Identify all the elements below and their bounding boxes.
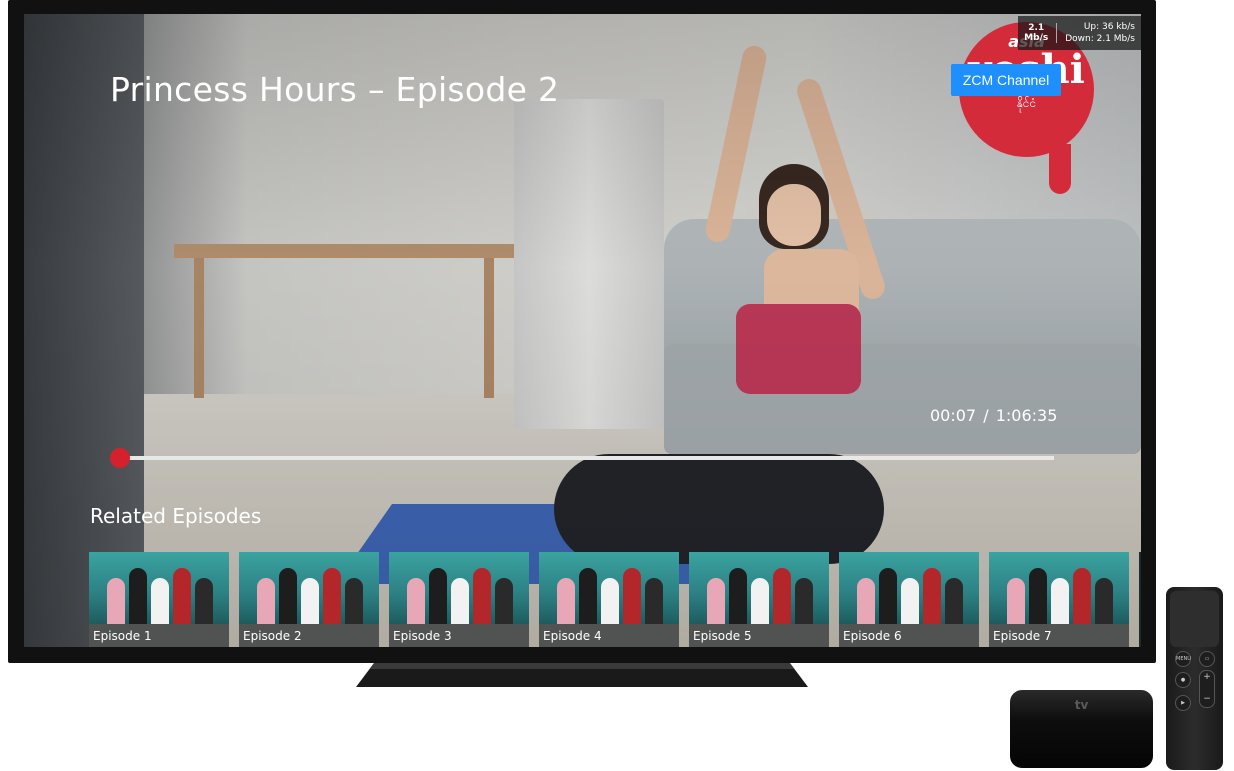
episode-card[interactable]: Episode 5 — [689, 552, 829, 647]
episode-thumbnail — [989, 552, 1129, 624]
thumbnail-figure — [257, 578, 275, 624]
episode-card[interactable]: Episode 6 — [839, 552, 979, 647]
tv-stand — [356, 663, 808, 687]
thumbnail-figure — [429, 568, 447, 624]
remote-menu-button[interactable]: MENU — [1175, 651, 1191, 667]
upload-rate: Up: 36 kb/s — [1083, 22, 1135, 32]
episode-thumbnail — [389, 552, 529, 624]
apple-tv-box: tv — [1010, 690, 1153, 768]
channel-button[interactable]: ZCM Channel — [951, 64, 1061, 96]
thumbnail-figure — [579, 568, 597, 624]
thumbnail-figure — [945, 578, 963, 624]
episode-thumbnail — [539, 552, 679, 624]
episode-label: Episode 1 — [89, 624, 229, 647]
episode-label: Episode 3 — [389, 624, 529, 647]
speed-value: 2.1 — [1028, 23, 1045, 33]
episode-card[interactable]: Episode 2 — [239, 552, 379, 647]
thumbnail-figure — [451, 578, 469, 624]
volume-rocker[interactable]: + − — [1199, 670, 1215, 708]
episode-card[interactable]: Episode 4 — [539, 552, 679, 647]
play-pause-icon[interactable]: ▶ — [1175, 695, 1191, 711]
thumbnail-figure — [729, 568, 747, 624]
volume-down-icon[interactable]: − — [1200, 693, 1214, 705]
thumbnail-figure — [707, 578, 725, 624]
thumbnail-figure — [1051, 578, 1069, 624]
thumbnail-figure — [1007, 578, 1025, 624]
thumbnail-figure — [129, 568, 147, 624]
episode-label: Episode 7 — [989, 624, 1129, 647]
episode-thumbnail — [239, 552, 379, 624]
thumbnail-figure — [601, 578, 619, 624]
related-episodes-row: Episode 1 Episode 2 Episode 3 Episode 4 Epis… — [89, 552, 1141, 647]
related-episodes-heading: Related Episodes — [90, 504, 262, 528]
video-screen[interactable]: asia yoshi နိုင်ငံ 2.1 Mb/s Up: 36 kb/s … — [24, 14, 1141, 647]
thumbnail-figure — [623, 568, 641, 624]
thumbnail-figure — [173, 568, 191, 624]
thumbnail-figure — [323, 568, 341, 624]
download-rate: Down: 2.1 Mb/s — [1065, 34, 1135, 44]
episode-thumbnail — [839, 552, 979, 624]
thumbnail-figure — [407, 578, 425, 624]
episode-label: Episode 2 — [239, 624, 379, 647]
thumbnail-figure — [195, 578, 213, 624]
episode-card[interactable]: Episode 3 — [389, 552, 529, 647]
thumbnail-figure — [901, 578, 919, 624]
episode-label: Episode 6 — [839, 624, 979, 647]
thumbnail-figure — [495, 578, 513, 624]
up-down-readout: Up: 36 kb/s Down: 2.1 Mb/s — [1057, 21, 1135, 45]
thumbnail-figure — [923, 568, 941, 624]
remote-touchpad[interactable] — [1170, 591, 1219, 647]
microphone-icon[interactable]: ● — [1175, 672, 1191, 688]
episode-card-overflow — [1139, 552, 1141, 647]
thumbnail-figure — [557, 578, 575, 624]
episode-thumbnail — [89, 552, 229, 624]
thumbnail-figure — [107, 578, 125, 624]
thumbnail-figure — [279, 568, 297, 624]
progress-scrubber-handle[interactable] — [110, 448, 130, 468]
thumbnail-figure — [151, 578, 169, 624]
thumbnail-figure — [1073, 568, 1091, 624]
network-stats: 2.1 Mb/s Up: 36 kb/s Down: 2.1 Mb/s — [1018, 16, 1141, 50]
thumbnail-figure — [751, 578, 769, 624]
thumbnail-figure — [1095, 578, 1113, 624]
thumbnail-figure — [301, 578, 319, 624]
thumbnail-figure — [645, 578, 663, 624]
thumbnail-figure — [773, 568, 791, 624]
episode-card[interactable]: Episode 1 — [89, 552, 229, 647]
thumbnail-figure — [857, 578, 875, 624]
apple-tv-logo: tv — [1074, 698, 1089, 712]
volume-up-icon[interactable]: + — [1200, 671, 1214, 683]
tv-icon[interactable]: ▭ — [1199, 651, 1215, 667]
speed-unit: Mb/s — [1024, 33, 1049, 43]
thumbnail-figure — [1029, 568, 1047, 624]
remote-control: MENU ▭ ● ▶ + − — [1166, 587, 1223, 770]
video-title: Princess Hours – Episode 2 — [110, 70, 560, 109]
time-separator: / — [983, 406, 989, 425]
time-readout: 00:07 / 1:06:35 — [930, 406, 1057, 425]
thumbnail-figure — [345, 578, 363, 624]
progress-bar[interactable] — [119, 456, 1054, 460]
logo-drip — [1049, 144, 1071, 194]
episode-label: Episode 4 — [539, 624, 679, 647]
episode-card[interactable]: Episode 7 — [989, 552, 1129, 647]
thumbnail-figure — [473, 568, 491, 624]
episode-thumbnail — [689, 552, 829, 624]
logo-text: နိုင်ငံ — [1016, 96, 1037, 110]
thumbnail-figure — [879, 568, 897, 624]
current-time: 00:07 — [930, 406, 977, 425]
speed-readout: 2.1 Mb/s — [1024, 23, 1058, 43]
episode-label: Episode 5 — [689, 624, 829, 647]
duration: 1:06:35 — [995, 406, 1058, 425]
thumbnail-figure — [795, 578, 813, 624]
